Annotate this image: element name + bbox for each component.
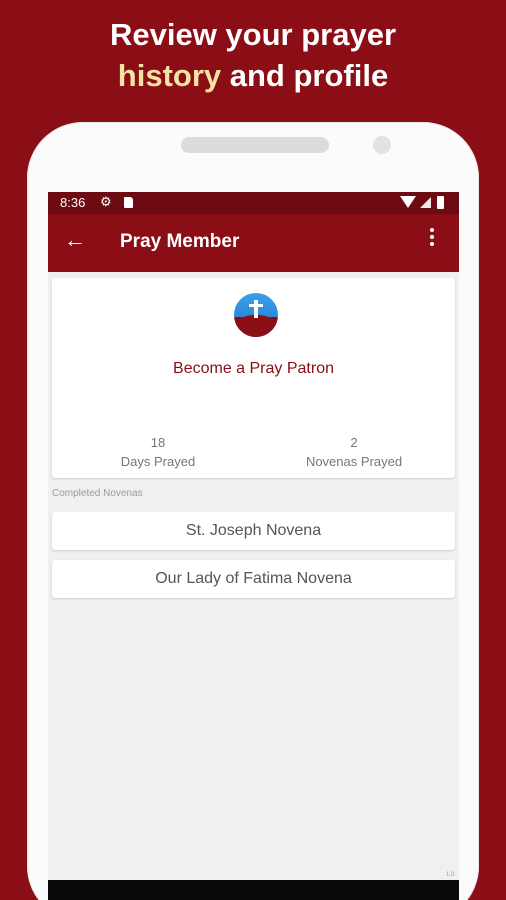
stat-label: Novenas Prayed — [305, 454, 403, 469]
profile-card: Become a Pray Patron 18 Days Prayed 2 No… — [52, 278, 455, 478]
stat-novenas-prayed: 2 Novenas Prayed — [292, 434, 416, 472]
promo-headline: Review your prayer history and profile — [0, 14, 506, 96]
page-title: Pray Member — [120, 231, 240, 252]
battery-icon — [437, 196, 444, 209]
status-bar: 8:36 ⚙ — [48, 192, 459, 214]
app-bar: ← Pray Member — [48, 214, 459, 272]
phone-screen: 8:36 ⚙ ← Pray Member Become a Pray Patro… — [48, 192, 459, 900]
list-item[interactable]: Our Lady of Fatima Novena — [52, 560, 455, 598]
list-item[interactable]: St. Joseph Novena — [52, 512, 455, 550]
headline-line-1: Review your prayer — [109, 17, 397, 52]
more-vert-icon[interactable] — [430, 228, 436, 249]
headline-highlight: history — [117, 58, 222, 93]
sd-card-icon — [124, 197, 133, 208]
status-time: 8:36 — [60, 195, 86, 210]
wifi-icon — [400, 196, 416, 208]
phone-speaker — [181, 137, 329, 153]
version-label: 1.0 — [446, 872, 455, 878]
phone-camera — [373, 136, 391, 154]
gear-icon: ⚙ — [100, 194, 112, 209]
headline-line-2: history and profile — [0, 55, 506, 96]
stat-days-prayed: 18 Days Prayed — [106, 434, 210, 472]
become-patron-link[interactable]: Become a Pray Patron — [52, 360, 455, 378]
system-nav-bar — [48, 880, 459, 900]
stat-value: 2 — [350, 435, 358, 450]
headline-line-2-rest: and profile — [221, 58, 389, 93]
completed-novenas-label: Completed Novenas — [52, 488, 143, 499]
stat-label: Days Prayed — [120, 454, 196, 469]
stat-value: 18 — [150, 435, 166, 450]
pray-logo-icon — [234, 293, 278, 337]
signal-icon — [420, 197, 431, 208]
arrow-left-icon[interactable]: ← — [64, 228, 86, 254]
